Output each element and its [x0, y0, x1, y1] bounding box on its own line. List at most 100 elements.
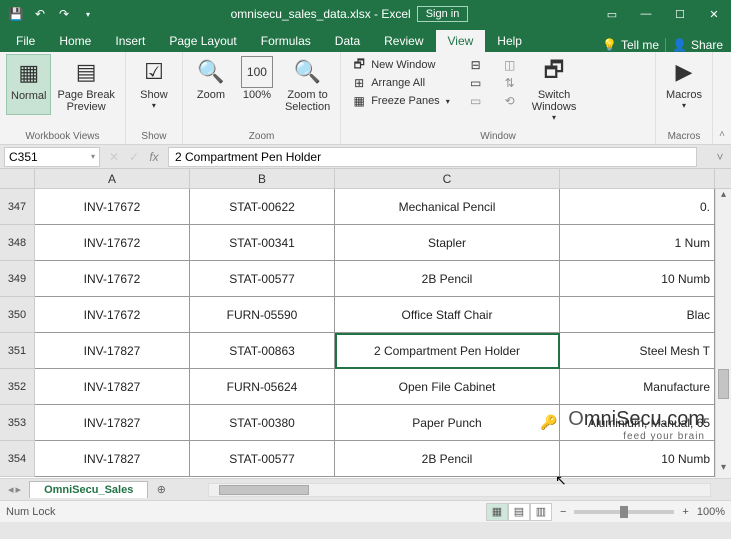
row-header[interactable]: 347: [0, 189, 35, 225]
cell[interactable]: 2B Pencil: [335, 441, 560, 477]
row-header[interactable]: 354: [0, 441, 35, 477]
row-header[interactable]: 349: [0, 261, 35, 297]
cell[interactable]: STAT-00577: [190, 261, 335, 297]
page-break-preview-button[interactable]: ▤ Page Break Preview: [53, 54, 118, 115]
cell[interactable]: Paper Punch: [335, 405, 560, 441]
cell[interactable]: 10 Numb: [560, 441, 715, 477]
side-by-side-button[interactable]: ◫: [498, 56, 522, 74]
row-header[interactable]: 348: [0, 225, 35, 261]
cell[interactable]: 2 Compartment Pen Holder: [335, 333, 560, 369]
cell[interactable]: STAT-00341: [190, 225, 335, 261]
cell[interactable]: INV-17827: [35, 333, 190, 369]
save-icon[interactable]: 💾: [6, 4, 26, 24]
qat-customize-icon[interactable]: ▾: [78, 4, 98, 24]
normal-view-icon[interactable]: ▦: [486, 503, 508, 521]
split-button[interactable]: ⊟: [464, 56, 488, 74]
cell[interactable]: STAT-00577: [190, 441, 335, 477]
tab-review[interactable]: Review: [372, 30, 435, 52]
scroll-up-icon[interactable]: ▴: [716, 189, 731, 205]
zoom-slider[interactable]: [574, 510, 674, 514]
tab-help[interactable]: Help: [485, 30, 534, 52]
cell[interactable]: 2B Pencil: [335, 261, 560, 297]
cell[interactable]: INV-17672: [35, 297, 190, 333]
cell[interactable]: Steel Mesh T: [560, 333, 715, 369]
tab-file[interactable]: File: [4, 30, 47, 52]
cell[interactable]: Office Staff Chair: [335, 297, 560, 333]
cell[interactable]: INV-17827: [35, 441, 190, 477]
tell-me-button[interactable]: 💡Tell me: [602, 38, 659, 52]
show-button[interactable]: ☑ Show ▾: [132, 54, 176, 112]
horizontal-scrollbar[interactable]: [208, 483, 711, 497]
select-all-button[interactable]: [0, 169, 35, 188]
maximize-icon[interactable]: ☐: [663, 0, 697, 28]
cell[interactable]: 10 Numb: [560, 261, 715, 297]
ribbon-display-icon[interactable]: ▭: [595, 0, 629, 28]
formula-input[interactable]: 2 Compartment Pen Holder: [168, 147, 697, 167]
cell[interactable]: Manufacture: [560, 369, 715, 405]
unhide-button[interactable]: ▭: [464, 92, 488, 110]
zoom-100-button[interactable]: 100 100%: [235, 54, 279, 115]
cell[interactable]: FURN-05624: [190, 369, 335, 405]
hide-button[interactable]: ▭: [464, 74, 488, 92]
arrange-all-button[interactable]: ⊞Arrange All: [347, 74, 454, 92]
row-header[interactable]: 353: [0, 405, 35, 441]
zoom-selection-button[interactable]: 🔍 Zoom to Selection: [281, 54, 334, 115]
vertical-scrollbar[interactable]: ▴ ▾: [715, 189, 731, 478]
cell[interactable]: Aluminium, Manual, 65: [560, 405, 715, 441]
cell[interactable]: INV-17827: [35, 405, 190, 441]
undo-icon[interactable]: ↶: [30, 4, 50, 24]
cell[interactable]: INV-17672: [35, 225, 190, 261]
cell[interactable]: Open File Cabinet: [335, 369, 560, 405]
redo-icon[interactable]: ↷: [54, 4, 74, 24]
scroll-thumb[interactable]: [718, 369, 729, 399]
cell[interactable]: INV-17672: [35, 261, 190, 297]
add-sheet-button[interactable]: ⊕: [148, 483, 168, 496]
tab-page-layout[interactable]: Page Layout: [157, 30, 248, 52]
row-header[interactable]: 351: [0, 333, 35, 369]
new-window-button[interactable]: 🗗New Window: [347, 56, 454, 74]
tab-insert[interactable]: Insert: [103, 30, 157, 52]
tab-home[interactable]: Home: [47, 30, 103, 52]
tab-data[interactable]: Data: [323, 30, 372, 52]
tab-view[interactable]: View: [436, 30, 486, 52]
fx-icon[interactable]: fx: [144, 150, 164, 164]
column-header[interactable]: B: [190, 169, 335, 188]
tab-formulas[interactable]: Formulas: [249, 30, 323, 52]
scroll-thumb[interactable]: [219, 485, 309, 495]
close-icon[interactable]: ✕: [697, 0, 731, 28]
share-button[interactable]: 👤Share: [672, 38, 723, 52]
cell[interactable]: Mechanical Pencil: [335, 189, 560, 225]
freeze-panes-button[interactable]: ▦Freeze Panes▾: [347, 92, 454, 110]
cell[interactable]: Stapler: [335, 225, 560, 261]
cell[interactable]: INV-17827: [35, 369, 190, 405]
cell[interactable]: 0.: [560, 189, 715, 225]
reset-position-button[interactable]: ⟲: [498, 92, 522, 110]
sheet-next-icon[interactable]: ▸: [16, 483, 22, 496]
enter-formula-icon[interactable]: ✓: [124, 150, 144, 164]
cell[interactable]: STAT-00380: [190, 405, 335, 441]
page-break-view-icon[interactable]: ▥: [530, 503, 552, 521]
scroll-down-icon[interactable]: ▾: [716, 462, 731, 478]
zoom-button[interactable]: 🔍 Zoom: [189, 54, 233, 115]
sheet-tab[interactable]: OmniSecu_Sales: [29, 481, 148, 498]
cell[interactable]: STAT-00622: [190, 189, 335, 225]
cell[interactable]: STAT-00863: [190, 333, 335, 369]
zoom-in-button[interactable]: +: [682, 506, 688, 518]
macros-button[interactable]: ▶ Macros ▾: [662, 54, 706, 112]
cell[interactable]: FURN-05590: [190, 297, 335, 333]
minimize-icon[interactable]: —: [629, 0, 663, 28]
sync-scroll-button[interactable]: ⇅: [498, 74, 522, 92]
column-header[interactable]: A: [35, 169, 190, 188]
name-box[interactable]: C351▾: [4, 147, 100, 167]
cell[interactable]: Blac: [560, 297, 715, 333]
cancel-formula-icon[interactable]: ✕: [104, 150, 124, 164]
collapse-ribbon-button[interactable]: ˄: [713, 52, 731, 144]
row-header[interactable]: 350: [0, 297, 35, 333]
column-header[interactable]: C: [335, 169, 560, 188]
row-header[interactable]: 352: [0, 369, 35, 405]
switch-windows-button[interactable]: 🗗 Switch Windows ▾: [528, 54, 581, 124]
zoom-out-button[interactable]: −: [560, 506, 566, 518]
sheet-prev-icon[interactable]: ◂: [8, 483, 14, 496]
normal-view-button[interactable]: ▦ Normal: [6, 54, 51, 115]
cell[interactable]: INV-17672: [35, 189, 190, 225]
